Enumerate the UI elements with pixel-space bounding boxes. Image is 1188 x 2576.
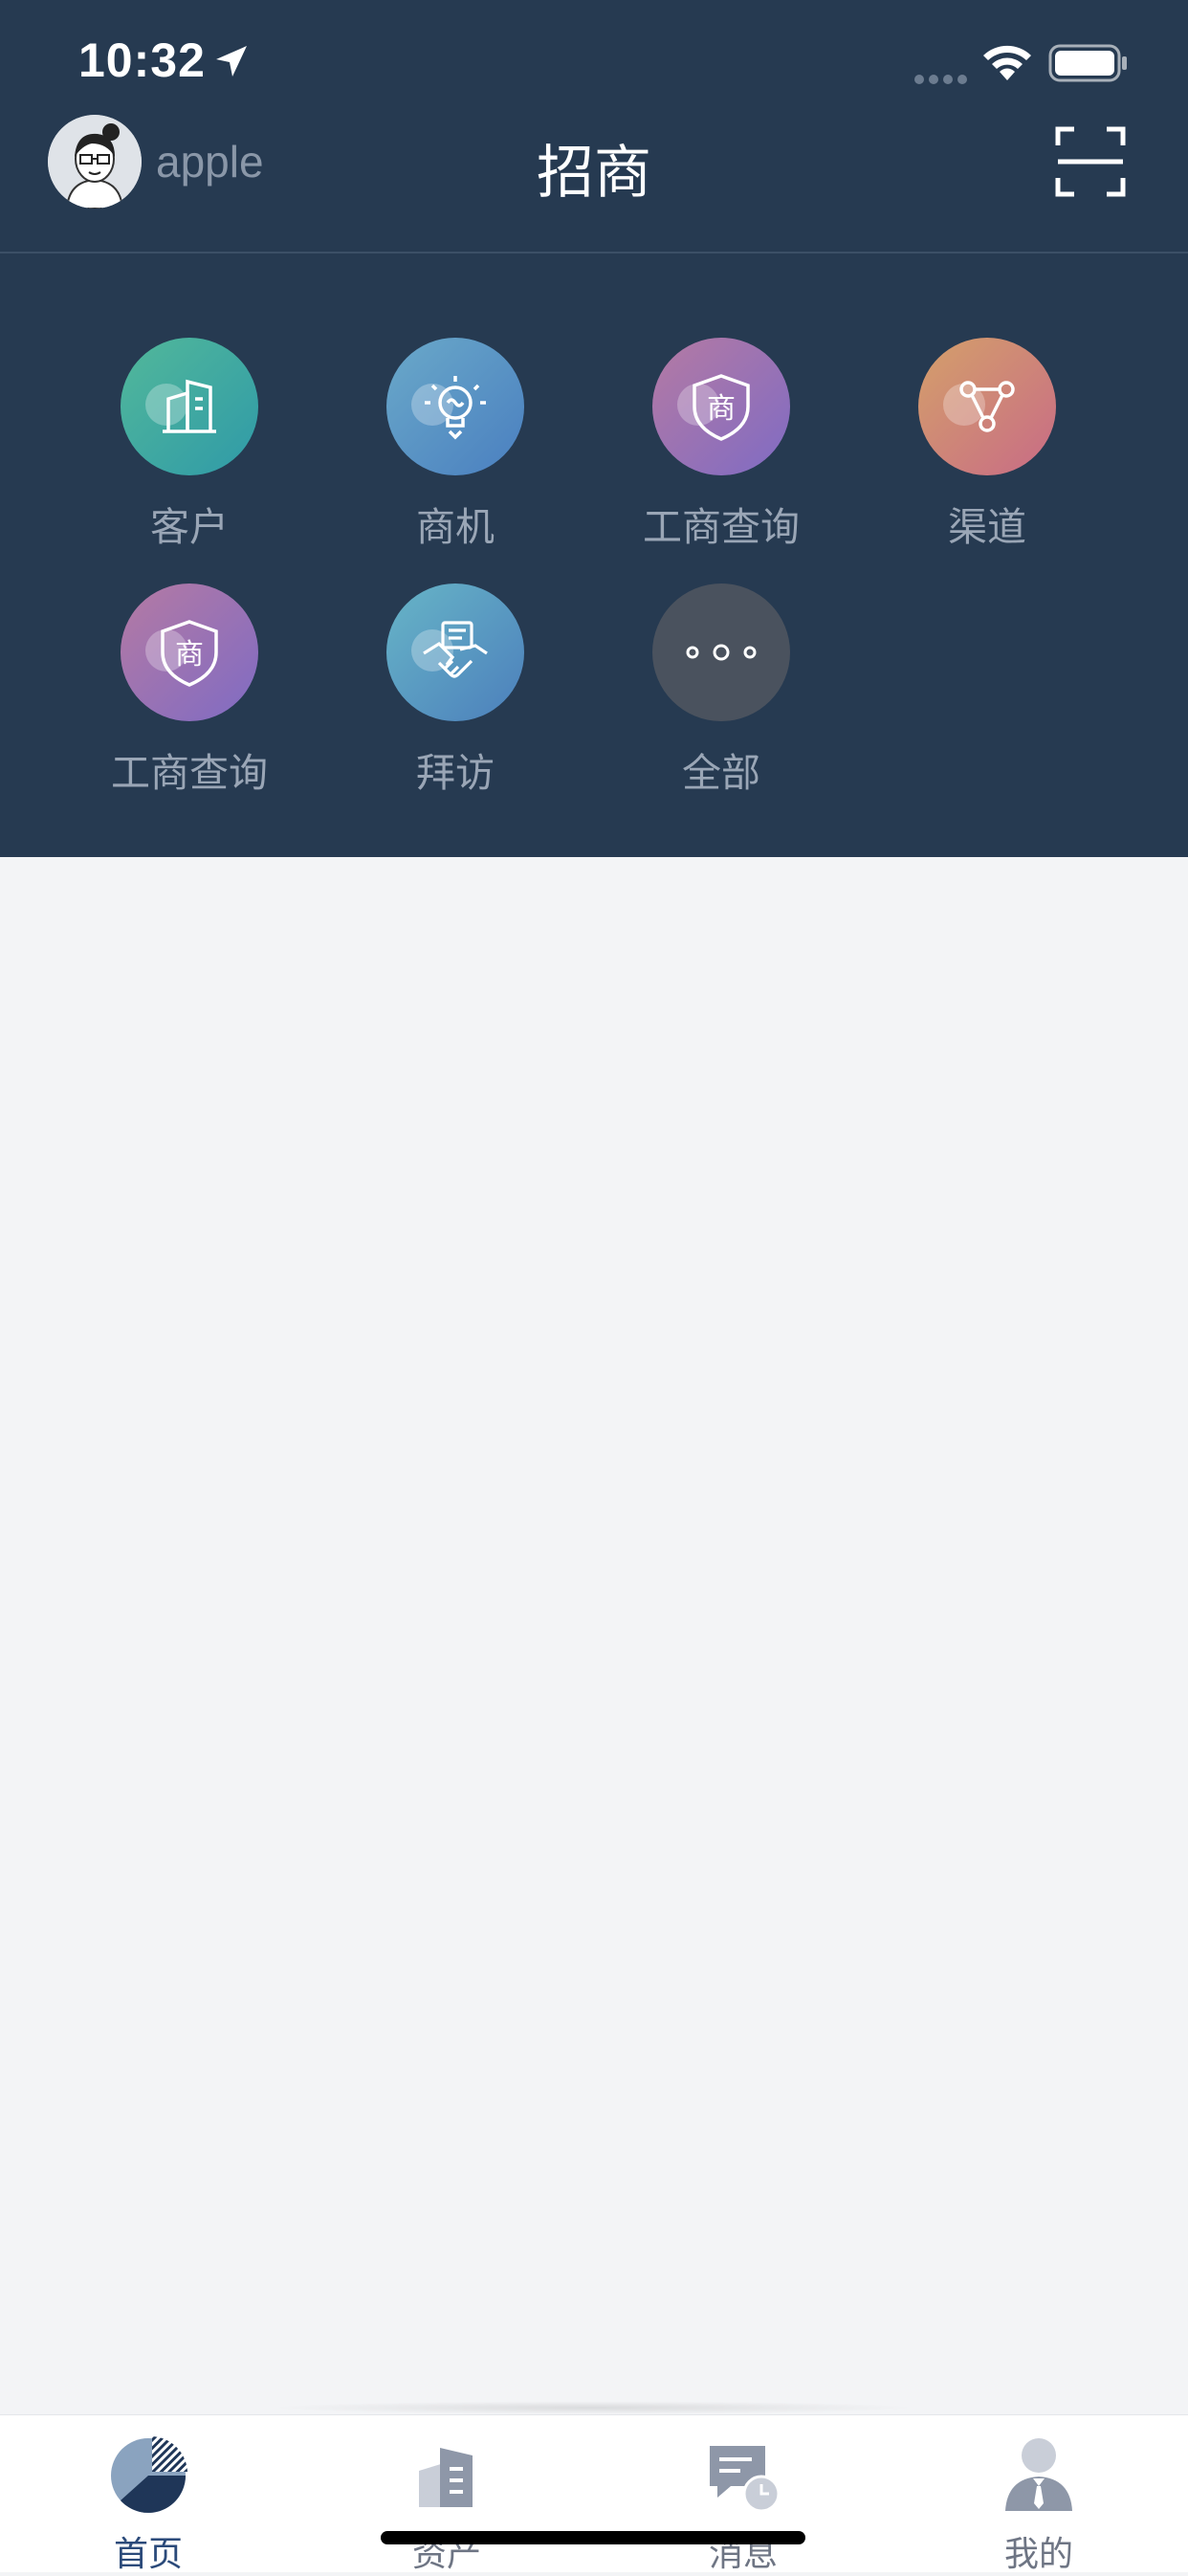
tab-label: 首页 xyxy=(113,2535,183,2574)
assets-icon xyxy=(406,2434,488,2517)
shortcut-business-query-2[interactable]: 商 工商查询 xyxy=(56,583,322,798)
shortcut-customer[interactable]: 客户 xyxy=(56,338,322,552)
wifi-icon xyxy=(980,42,1034,86)
nav-bar: apple 招商 xyxy=(0,115,1188,253)
shortcut-label: 全部 xyxy=(682,750,760,796)
message-clock-icon xyxy=(702,2434,784,2517)
shortcut-channel[interactable]: 渠道 xyxy=(854,338,1120,552)
signal-icon xyxy=(913,71,971,89)
home-indicator xyxy=(381,2531,805,2544)
status-time: 10:32 xyxy=(78,33,206,87)
tab-bar: 首页 资产 消息 我的 xyxy=(0,2414,1188,2574)
shortcut-label: 商机 xyxy=(416,504,495,550)
tab-label: 我的 xyxy=(1003,2535,1073,2574)
header-panel: 10:32 apple 招商 客户 商机 商 工商查询 渠道 商 工商查询 拜访… xyxy=(0,0,1188,857)
svg-text:商: 商 xyxy=(175,638,204,672)
location-arrow-icon xyxy=(212,42,251,84)
battery-icon xyxy=(1048,44,1129,86)
tabbar-shadow xyxy=(268,2401,918,2414)
shortcut-all[interactable]: 全部 xyxy=(588,583,854,798)
channel-nodes-icon xyxy=(918,338,1056,475)
status-bar: 10:32 xyxy=(0,0,1188,115)
more-dots-icon xyxy=(652,583,790,721)
shortcut-business-query[interactable]: 商 工商查询 xyxy=(588,338,854,552)
svg-text:商: 商 xyxy=(707,392,736,426)
shortcut-opportunity[interactable]: 商机 xyxy=(322,338,588,552)
tab-mine[interactable]: 我的 xyxy=(943,2434,1134,2576)
shortcut-label: 工商查询 xyxy=(111,750,268,796)
tab-messages[interactable]: 消息 xyxy=(648,2434,839,2576)
person-icon xyxy=(998,2434,1080,2517)
building-icon xyxy=(121,338,258,475)
shortcut-label: 拜访 xyxy=(416,750,495,796)
shield-shang-icon: 商 xyxy=(121,583,258,721)
pie-chart-icon xyxy=(107,2434,189,2517)
scan-icon[interactable] xyxy=(1055,126,1126,201)
handshake-icon xyxy=(386,583,524,721)
tab-assets[interactable]: 资产 xyxy=(351,2434,542,2576)
shortcut-label: 客户 xyxy=(150,504,229,550)
tab-home[interactable]: 首页 xyxy=(53,2434,244,2576)
shortcut-visit[interactable]: 拜访 xyxy=(322,583,588,798)
page-title: 招商 xyxy=(537,140,651,207)
shortcut-label: 渠道 xyxy=(948,504,1026,550)
lightbulb-icon xyxy=(386,338,524,475)
shortcut-label: 工商查询 xyxy=(643,504,800,550)
shield-shang-icon: 商 xyxy=(652,338,790,475)
